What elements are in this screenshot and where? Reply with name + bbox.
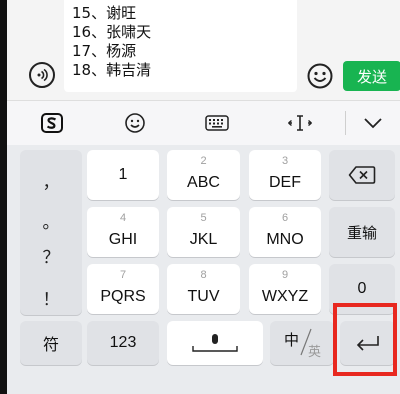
ime-toolbar (7, 101, 400, 145)
key-digit: 9 (281, 269, 289, 281)
sogou-logo-icon[interactable] (32, 101, 72, 145)
toolbar-divider (345, 111, 346, 135)
key-abc[interactable]: 2 ABC (167, 150, 240, 200)
cursor-move-icon[interactable] (280, 101, 320, 145)
lang-en-label: 英 (308, 345, 322, 360)
key-ghi[interactable]: 4 GHI (87, 207, 159, 257)
symbol-label: 符 (42, 335, 59, 354)
backspace-icon (329, 150, 395, 200)
punct-period-key[interactable]: 。 (20, 208, 82, 233)
key-label: TUV (187, 288, 220, 305)
key-wxyz[interactable]: 9 WXYZ (249, 264, 321, 314)
punct-comma-key[interactable]: ， (20, 168, 82, 193)
key-label: GHI (108, 231, 138, 248)
message-input-bar: 15、谢旺 16、张啸天 17、杨源 18、韩吉清 发送 (7, 0, 400, 100)
reinput-key[interactable]: 重输 (329, 207, 395, 257)
key-def[interactable]: 3 DEF (249, 150, 321, 200)
lang-zh-label: 中 (284, 331, 300, 349)
key-label: PQRS (100, 288, 146, 305)
key-digit: 8 (200, 269, 207, 281)
number-mode-label: 123 (109, 334, 137, 351)
keyboard-icon[interactable] (197, 101, 237, 145)
key-digit: 2 (200, 155, 207, 167)
voice-icon[interactable] (29, 62, 55, 88)
key-label: 1 (118, 166, 128, 183)
key-label: MNO (266, 231, 304, 248)
punct-exclaim-key[interactable]: ！ (20, 285, 82, 310)
chevron-down-icon[interactable] (353, 101, 393, 145)
key-digit: 7 (119, 269, 127, 281)
space-key[interactable] (167, 321, 263, 365)
message-line: 16、张啸天 (72, 23, 152, 41)
message-line: 18、韩吉清 (72, 61, 152, 79)
number-mode-key[interactable]: 123 (87, 321, 159, 365)
key-mno[interactable]: 6 MNO (249, 207, 321, 257)
microphone-icon (167, 321, 263, 365)
emoji-icon[interactable] (306, 62, 334, 90)
left-edge (0, 0, 7, 394)
key-tuv[interactable]: 8 TUV (167, 264, 240, 314)
language-switch-key[interactable]: 中 英 (270, 321, 334, 365)
screen: 15、谢旺 16、张啸天 17、杨源 18、韩吉清 发送 ， 。 ？ ！ 1 2… (0, 0, 400, 394)
punctuation-column[interactable]: ， 。 ？ ！ (20, 150, 82, 315)
zero-label: 0 (357, 280, 367, 297)
smiley-icon[interactable] (115, 101, 155, 145)
enter-key[interactable] (340, 321, 395, 365)
key-label: WXYZ (261, 288, 309, 305)
reinput-label: 重输 (346, 223, 377, 242)
key-pqrs[interactable]: 7 PQRS (87, 264, 159, 314)
message-line: 15、谢旺 (72, 4, 137, 22)
zero-key[interactable]: 0 (329, 264, 395, 314)
key-digit: 4 (119, 212, 127, 224)
keyboard-panel: ， 。 ？ ！ 1 2 ABC 3 DEF 4 GHI 5 JKL 6 MNO (7, 145, 400, 394)
backspace-key[interactable] (329, 150, 395, 200)
key-label: DEF (269, 174, 301, 191)
key-digit: 3 (281, 155, 289, 167)
key-label: JKL (189, 231, 218, 248)
symbol-key[interactable]: 符 (20, 321, 82, 365)
send-button[interactable]: 发送 (343, 61, 400, 91)
key-label: ABC (187, 174, 220, 191)
key-digit: 6 (281, 212, 289, 224)
message-text-field[interactable]: 15、谢旺 16、张啸天 17、杨源 18、韩吉清 (64, 0, 297, 92)
key-1[interactable]: 1 (87, 150, 159, 200)
key-digit: 5 (200, 212, 207, 224)
punct-question-key[interactable]: ？ (20, 243, 82, 268)
key-jkl[interactable]: 5 JKL (167, 207, 240, 257)
enter-icon (340, 321, 395, 365)
message-line: 17、杨源 (72, 42, 137, 60)
